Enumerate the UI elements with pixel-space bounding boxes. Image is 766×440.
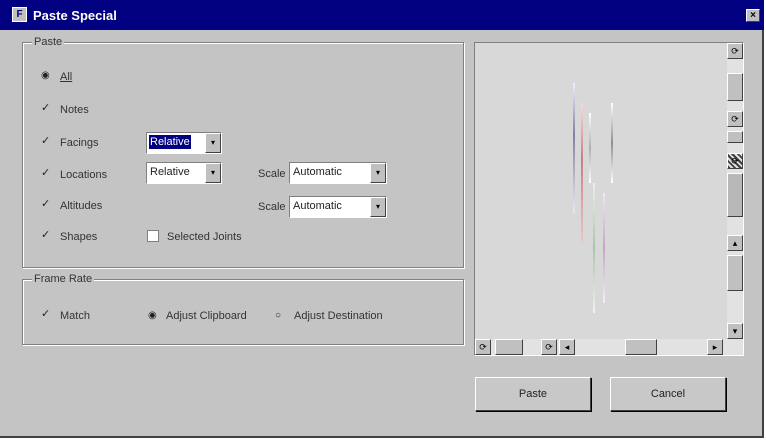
- chevron-down-icon[interactable]: ▾: [370, 163, 386, 183]
- vertical-scrollbar[interactable]: ⟳ ⟳ ⟳ ▴ ▾: [727, 43, 743, 339]
- preview-strand: [581, 103, 583, 243]
- title-bar[interactable]: F Paste Special ×: [0, 0, 764, 30]
- altitudes-scale-select[interactable]: Automatic ▾: [289, 196, 387, 218]
- close-icon: ×: [750, 10, 756, 21]
- horizontal-scrollbar[interactable]: ⟳ ⟳ ◂ ▸: [475, 339, 743, 355]
- locations-select[interactable]: Relative ▾: [146, 162, 222, 184]
- all-label: All: [60, 71, 73, 83]
- frame-rate-legend: Frame Rate: [32, 273, 95, 285]
- scroll-left-button[interactable]: ◂: [559, 339, 575, 355]
- locations-scale-label: Scale: [258, 168, 286, 180]
- rotate-icon[interactable]: ⟳: [475, 339, 491, 355]
- chevron-down-icon[interactable]: ▾: [370, 197, 386, 217]
- locations-scale-select[interactable]: Automatic ▾: [289, 162, 387, 184]
- scroll-up-button[interactable]: ▴: [727, 235, 743, 251]
- preview-pane[interactable]: ⟳ ⟳ ⟳ ▴ ▾ ⟳ ⟳ ◂ ▸: [474, 42, 744, 356]
- altitudes-scale-value: Automatic: [293, 200, 342, 212]
- locations-checkbox[interactable]: ✓: [41, 168, 51, 179]
- adjust-destination-label: Adjust Destination: [294, 310, 383, 322]
- facings-select-value: Relative: [149, 135, 191, 149]
- notes-checkbox[interactable]: ✓: [41, 103, 51, 114]
- preview-strand: [573, 83, 575, 213]
- notes-label: Notes: [60, 104, 89, 116]
- facings-select[interactable]: Relative ▾: [146, 132, 222, 154]
- facings-checkbox[interactable]: ✓: [41, 136, 51, 147]
- dialog-title: Paste Special: [33, 8, 117, 23]
- facings-label: Facings: [60, 137, 99, 149]
- shapes-checkbox[interactable]: ✓: [41, 230, 51, 241]
- scroll-thumb[interactable]: [727, 173, 743, 217]
- scroll-thumb[interactable]: [495, 339, 523, 355]
- adjust-clipboard-radio[interactable]: ◉: [148, 311, 158, 321]
- scroll-right-button[interactable]: ▸: [707, 339, 723, 355]
- adjust-destination-radio[interactable]: ○: [275, 311, 285, 321]
- close-button[interactable]: ×: [746, 9, 760, 22]
- locations-label: Locations: [60, 169, 108, 181]
- altitudes-label: Altitudes: [60, 200, 103, 212]
- scroll-thumb[interactable]: [727, 73, 743, 101]
- locations-select-value: Relative: [150, 166, 190, 178]
- paste-group-legend: Paste: [32, 36, 65, 48]
- locations-scale-value: Automatic: [293, 166, 342, 178]
- all-radio[interactable]: ◉: [41, 71, 51, 81]
- rotate-icon[interactable]: ⟳: [727, 111, 743, 127]
- match-checkbox[interactable]: ✓: [41, 309, 51, 320]
- rotate-icon[interactable]: ⟳: [727, 153, 743, 169]
- adjust-clipboard-label: Adjust Clipboard: [166, 310, 247, 322]
- scroll-down-button[interactable]: ▾: [727, 323, 743, 339]
- altitudes-checkbox[interactable]: ✓: [41, 199, 51, 210]
- altitudes-scale-label: Scale: [258, 201, 286, 213]
- preview-strand: [593, 183, 595, 313]
- scroll-thumb[interactable]: [727, 255, 743, 291]
- preview-strand: [603, 193, 605, 303]
- paste-button[interactable]: Paste: [475, 377, 591, 411]
- scroll-thumb[interactable]: [727, 131, 743, 143]
- scroll-thumb[interactable]: [625, 339, 657, 355]
- paste-special-dialog: F Paste Special × Paste ◉ All ✓ Notes ✓ …: [0, 0, 764, 438]
- match-label: Match: [60, 310, 90, 322]
- rotate-icon[interactable]: ⟳: [541, 339, 557, 355]
- selected-joints-checkbox[interactable]: [147, 230, 159, 242]
- app-icon: F: [12, 7, 27, 22]
- selected-joints-label: Selected Joints: [167, 231, 242, 243]
- chevron-down-icon[interactable]: ▾: [205, 163, 221, 183]
- preview-strand: [589, 113, 591, 183]
- preview-strand: [611, 103, 613, 183]
- chevron-down-icon[interactable]: ▾: [205, 133, 221, 153]
- shapes-label: Shapes: [60, 231, 98, 243]
- rotate-icon[interactable]: ⟳: [727, 43, 743, 59]
- cancel-button[interactable]: Cancel: [610, 377, 726, 411]
